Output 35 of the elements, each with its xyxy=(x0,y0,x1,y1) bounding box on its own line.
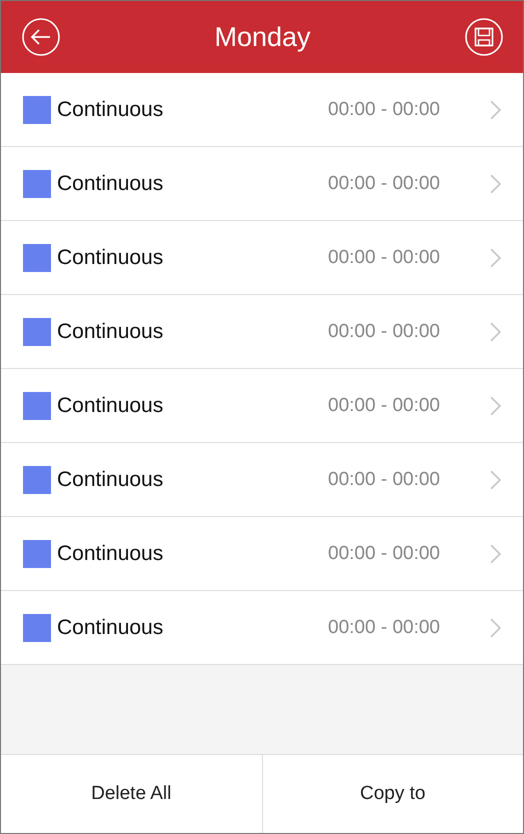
chevron-icon xyxy=(490,174,501,194)
screen-title: Monday xyxy=(214,22,311,52)
time-range: 00:00 - 00:00 xyxy=(328,246,440,268)
period-label: Continuous xyxy=(57,394,164,418)
time-range: 00:00 - 00:00 xyxy=(328,320,440,342)
period-row[interactable]: Continuous 00:00 - 00:00 xyxy=(1,73,523,147)
time-range: 00:00 - 00:00 xyxy=(328,468,440,490)
period-label: Continuous xyxy=(57,468,164,492)
time-range: 00:00 - 00:00 xyxy=(328,98,440,120)
time-range: 00:00 - 00:00 xyxy=(328,542,440,564)
chevron-icon xyxy=(490,470,501,490)
period-row[interactable]: Continuous 00:00 - 00:00 xyxy=(1,369,523,443)
time-range: 00:00 - 00:00 xyxy=(328,172,440,194)
period-row[interactable]: Continuous 00:00 - 00:00 xyxy=(1,295,523,369)
back-icon[interactable] xyxy=(21,17,61,57)
period-label: Continuous xyxy=(57,172,164,196)
chevron-icon xyxy=(490,248,501,268)
period-label: Continuous xyxy=(57,542,164,566)
period-row[interactable]: Continuous 00:00 - 00:00 xyxy=(1,517,523,591)
period-label: Continuous xyxy=(57,246,164,270)
period-row[interactable]: Continuous 00:00 - 00:00 xyxy=(1,147,523,221)
chevron-icon xyxy=(490,618,501,638)
time-range: 00:00 - 00:00 xyxy=(328,616,440,638)
period-label: Continuous xyxy=(57,98,164,122)
time-range: 00:00 - 00:00 xyxy=(328,394,440,416)
save-icon[interactable] xyxy=(464,17,504,57)
chevron-icon xyxy=(490,100,501,120)
period-label: Continuous xyxy=(57,616,164,640)
period-row[interactable]: Continuous 00:00 - 00:00 xyxy=(1,591,523,665)
period-row[interactable]: Continuous 00:00 - 00:00 xyxy=(1,443,523,517)
period-label: Continuous xyxy=(57,320,164,344)
period-row[interactable]: Continuous 00:00 - 00:00 xyxy=(1,221,523,295)
chevron-icon xyxy=(490,396,501,416)
chevron-icon xyxy=(490,322,501,342)
chevron-icon xyxy=(490,544,501,564)
